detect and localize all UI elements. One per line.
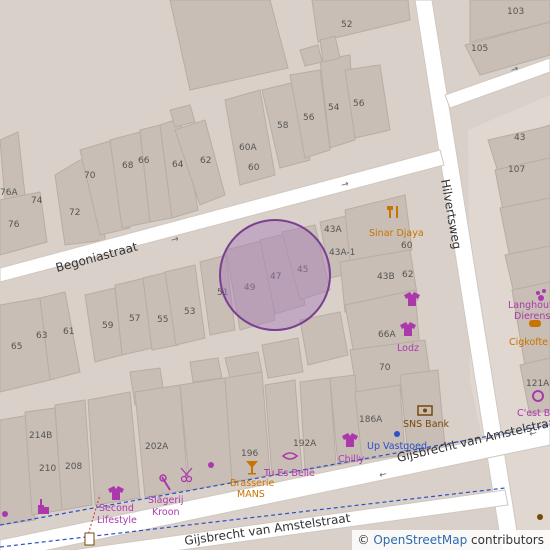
- house-number: 66: [138, 156, 150, 166]
- poi-label: Lodz: [397, 343, 419, 354]
- amenity-icon[interactable]: [537, 514, 543, 520]
- house-number: 62: [402, 270, 413, 280]
- house-number: 59: [102, 321, 114, 331]
- house-number: 43A-1: [329, 248, 355, 258]
- attribution-suffix: contributors: [467, 533, 544, 547]
- office-icon[interactable]: [394, 431, 400, 437]
- poi-label: Dierenspeciaa: [514, 311, 550, 322]
- poi-label: Sinar Djaya: [369, 228, 424, 239]
- shop-icon[interactable]: [2, 511, 8, 517]
- poi-label: Brasserie: [230, 478, 275, 489]
- house-number: 57: [129, 314, 140, 324]
- map-canvas[interactable]: → → → ← ← Begoniastraat Hilvertsweg Gijs…: [0, 0, 550, 550]
- house-number: 105: [471, 44, 488, 54]
- house-number: 192A: [293, 439, 317, 449]
- poi-label: Lifestyle: [97, 515, 137, 526]
- house-number: 76A: [0, 188, 18, 198]
- house-number: 43: [514, 133, 525, 143]
- house-number: 68: [122, 161, 134, 171]
- house-number: 60A: [239, 143, 257, 153]
- poi-label: Langhout: [508, 300, 550, 311]
- house-number: 64: [172, 160, 184, 170]
- building: [54, 399, 93, 511]
- poi-label: C'est Bon: [517, 408, 550, 419]
- house-number: 72: [69, 208, 80, 218]
- house-number: 58: [277, 121, 289, 131]
- attribution-prefix: ©: [357, 533, 370, 547]
- building: [261, 337, 304, 379]
- building: [264, 379, 303, 476]
- poi-label: Up Vastgoed: [367, 441, 427, 452]
- map-attribution: © OpenStreetMap contributors: [351, 530, 550, 550]
- house-number: 53: [184, 307, 195, 317]
- house-number: 196: [241, 449, 258, 459]
- house-number: 186A: [359, 415, 383, 425]
- house-number: 70: [84, 171, 96, 181]
- shop-icon[interactable]: [208, 462, 214, 468]
- poi-label: SNS Bank: [403, 419, 450, 430]
- poi-label: Cigkofte: [509, 337, 548, 348]
- house-number: 210: [39, 464, 56, 474]
- house-number: 60: [248, 163, 260, 173]
- house-number: 107: [508, 165, 525, 175]
- location-marker[interactable]: [219, 219, 331, 331]
- house-number: 66A: [378, 330, 396, 340]
- house-number: 62: [200, 156, 211, 166]
- house-number: 214B: [29, 431, 52, 441]
- house-number: 54: [328, 103, 340, 113]
- building: [299, 377, 337, 471]
- house-number: 43B: [377, 272, 395, 282]
- poi-label: Kroon: [152, 507, 180, 518]
- map-view[interactable]: → → → ← ← Begoniastraat Hilvertsweg Gijs…: [0, 0, 550, 550]
- poi-label: Chilly: [338, 454, 365, 465]
- building: [189, 357, 223, 383]
- house-number: 55: [157, 315, 168, 325]
- house-number: 61: [63, 327, 74, 337]
- house-number: 76: [8, 220, 20, 230]
- house-number: 208: [65, 462, 82, 472]
- house-number: 65: [11, 342, 22, 352]
- poi-label: Slagerij: [148, 495, 184, 506]
- house-number: 63: [36, 331, 47, 341]
- poi-label: Second: [99, 503, 134, 514]
- house-number: 56: [353, 99, 365, 109]
- poi-label: MANS: [237, 489, 265, 500]
- house-number: 60: [401, 241, 413, 251]
- parking-icon[interactable]: [84, 532, 95, 546]
- house-number: 202A: [145, 442, 169, 452]
- house-number: 121A: [526, 379, 550, 389]
- house-number: 74: [31, 196, 43, 206]
- house-number: 52: [341, 20, 352, 30]
- attribution-link[interactable]: OpenStreetMap: [373, 533, 467, 547]
- house-number: 103: [507, 7, 524, 17]
- house-number: 56: [303, 113, 315, 123]
- building: [224, 371, 271, 483]
- house-number: 70: [379, 363, 391, 373]
- house-number: 43A: [324, 225, 342, 235]
